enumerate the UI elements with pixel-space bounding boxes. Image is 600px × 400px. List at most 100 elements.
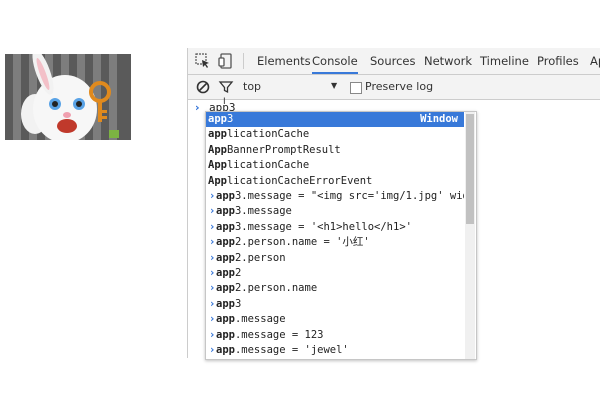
suggestion-item[interactable]: › app2.person bbox=[206, 251, 464, 266]
tab-profiles[interactable]: Profiles bbox=[537, 48, 579, 74]
rabbit-illustration bbox=[21, 54, 119, 140]
suggestion-rest: 3 bbox=[226, 113, 234, 125]
suggestion-text: AppBannerPromptResult bbox=[208, 143, 341, 158]
tab-sources[interactable]: Sources bbox=[370, 48, 416, 74]
tab-console[interactable]: Console bbox=[312, 48, 358, 74]
suggestion-rest: 2.person.name = '小红' bbox=[234, 236, 370, 249]
suggestion-text: applicationCache bbox=[208, 127, 309, 142]
suggestion-text: app3.message = "<img src='img/1.jpg' wid… bbox=[216, 189, 464, 204]
history-chevron-icon: › bbox=[209, 220, 216, 233]
history-chevron-icon: › bbox=[209, 236, 216, 249]
suggestion-item[interactable]: ApplicationCacheErrorEvent bbox=[206, 174, 464, 189]
suggestion-text: app.message bbox=[216, 312, 286, 327]
suggestion-rest: 3.message bbox=[234, 205, 292, 218]
scrollbar-thumb[interactable] bbox=[466, 114, 474, 224]
suggestion-item[interactable]: › app3.message bbox=[206, 204, 464, 219]
suggestion-match: app bbox=[216, 220, 235, 233]
suggestion-text: app2 bbox=[216, 266, 241, 281]
tab-network[interactable]: Network bbox=[424, 48, 472, 74]
history-chevron-icon: › bbox=[209, 267, 216, 279]
suggestion-item[interactable]: app3 Window bbox=[206, 112, 464, 128]
suggestion-item[interactable]: AppBannerPromptResult bbox=[206, 143, 464, 158]
suggestion-text: app3 bbox=[216, 297, 241, 312]
suggestion-match: App bbox=[208, 174, 227, 187]
preserve-log-checkbox[interactable] bbox=[350, 82, 362, 94]
prompt-chevron-icon: › bbox=[195, 101, 200, 114]
suggestion-item[interactable]: › app3.message = '<h1>hello</h1>' bbox=[206, 220, 464, 235]
suggestion-match: app bbox=[216, 251, 235, 264]
suggestion-text: ApplicationCacheErrorEvent bbox=[208, 174, 372, 189]
tab-elements[interactable]: Elements bbox=[257, 48, 311, 74]
suggestion-item[interactable]: applicationCache bbox=[206, 127, 464, 142]
suggestion-text: app2.person.name bbox=[216, 281, 317, 296]
suggestion-text: app2.person.name = '小红' bbox=[216, 235, 370, 250]
suggestion-match: app bbox=[216, 267, 235, 279]
suggestion-match: app bbox=[216, 190, 235, 202]
suggestion-text: app.message = 123 bbox=[216, 328, 323, 343]
history-chevron-icon: › bbox=[209, 313, 216, 326]
suggestion-match: app bbox=[216, 205, 235, 218]
suggestion-rest: licationCacheErrorEvent bbox=[226, 174, 373, 187]
suggestion-text: app.message = 'jewel' bbox=[216, 343, 349, 358]
suggestion-rest: licationCache bbox=[226, 159, 310, 172]
suggestion-item[interactable]: › app2 bbox=[206, 266, 464, 281]
suggestion-item[interactable]: › app.message = 'jewel' bbox=[206, 343, 464, 358]
suggestion-item[interactable]: › app3 bbox=[206, 297, 464, 312]
autocomplete-dropdown: › app.message = 'jewel' › app.message = 123… bbox=[205, 111, 477, 360]
suggestion-rest: 3.message = "<img src='img/1.jpg' widt… bbox=[234, 190, 464, 202]
history-chevron-icon: › bbox=[209, 251, 216, 264]
suggestion-match: app bbox=[208, 113, 227, 125]
suggestion-rest: 3 bbox=[234, 297, 242, 310]
suggestion-rest: 2 bbox=[234, 267, 242, 279]
preserve-log-label: Preserve log bbox=[365, 80, 434, 93]
suggestion-rest: .message bbox=[234, 313, 286, 326]
history-chevron-icon: › bbox=[209, 344, 216, 356]
tab-divider bbox=[243, 53, 244, 69]
history-chevron-icon: › bbox=[209, 190, 216, 202]
history-chevron-icon: › bbox=[209, 297, 216, 310]
suggestion-item[interactable]: › app.message = 123 bbox=[206, 328, 464, 343]
suggestion-match: App bbox=[208, 143, 227, 156]
chevron-down-icon[interactable]: ▼ bbox=[331, 81, 337, 90]
suggestion-text: ApplicationCache bbox=[208, 158, 309, 173]
suggestion-item[interactable]: › app2.person.name = '小红' bbox=[206, 235, 464, 250]
suggestion-item[interactable]: › app.message bbox=[206, 312, 464, 327]
suggestion-match: app bbox=[216, 297, 235, 310]
suggestion-match: app bbox=[216, 282, 235, 295]
suggestion-rest: licationCache bbox=[226, 128, 310, 141]
rabbit-image bbox=[5, 54, 131, 140]
suggestion-rest: 2.person bbox=[234, 251, 286, 264]
history-chevron-icon: › bbox=[209, 282, 216, 295]
devtools-panel: Elements Console Sources Network Timelin… bbox=[187, 48, 600, 360]
suggestion-text: app3 bbox=[208, 112, 233, 127]
suggestion-text: app3.message = '<h1>hello</h1>' bbox=[216, 220, 412, 235]
devtools-tabbar: Elements Console Sources Network Timelin… bbox=[188, 48, 600, 75]
history-chevron-icon: › bbox=[209, 205, 216, 218]
history-chevron-icon: › bbox=[209, 328, 216, 341]
suggestion-item[interactable]: ApplicationCache bbox=[206, 158, 464, 173]
suggestion-item[interactable]: › app3.message = "<img src='img/1.jpg' wi… bbox=[206, 189, 464, 204]
suggestion-item[interactable]: › app2.person.name bbox=[206, 281, 464, 296]
console-toolbar: top ▼ Preserve log bbox=[188, 75, 600, 100]
suggestion-rest: .message = 'jewel' bbox=[234, 344, 349, 356]
context-selector[interactable]: top bbox=[243, 80, 261, 93]
inspect-element-icon[interactable] bbox=[194, 52, 212, 70]
suggestion-rest: BannerPromptResult bbox=[226, 143, 341, 156]
clear-console-icon[interactable] bbox=[195, 79, 211, 95]
suggestion-match: App bbox=[208, 159, 227, 172]
suggestion-text: app3.message bbox=[216, 204, 292, 219]
suggestion-match: app bbox=[216, 344, 235, 356]
suggestion-type: Window bbox=[420, 113, 458, 125]
page-content bbox=[0, 48, 187, 358]
suggestion-match: app bbox=[216, 236, 235, 249]
tab-timeline[interactable]: Timeline bbox=[480, 48, 529, 74]
scrollbar[interactable] bbox=[465, 112, 475, 359]
suggestion-match: app bbox=[216, 328, 235, 341]
text-cursor-icon: I bbox=[223, 97, 226, 107]
suggestion-match: app bbox=[216, 313, 235, 326]
device-mode-icon[interactable] bbox=[217, 52, 235, 70]
suggestion-rest: .message = 123 bbox=[234, 328, 324, 341]
tab-application[interactable]: Ap bbox=[590, 48, 600, 74]
filter-icon[interactable] bbox=[218, 79, 234, 95]
suggestion-match: app bbox=[208, 128, 227, 141]
